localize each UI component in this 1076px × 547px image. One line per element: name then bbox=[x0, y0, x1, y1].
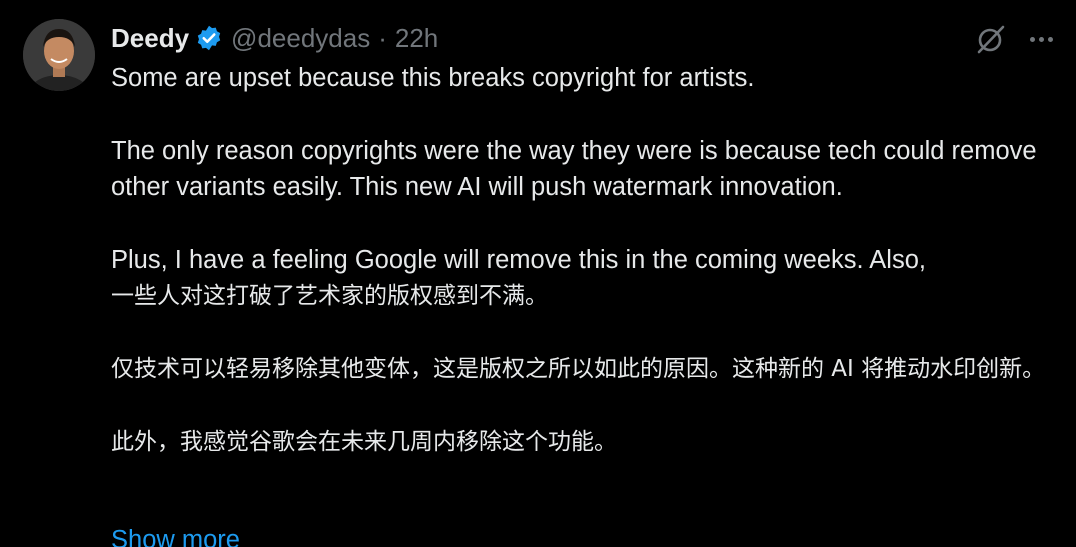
tweet[interactable]: Deedy @deedydas · 22h Some are upset bec… bbox=[0, 0, 1076, 547]
verified-badge-icon bbox=[195, 24, 223, 52]
tweet-text: Some are upset because this breaks copyr… bbox=[111, 60, 1061, 460]
tweet-paragraph: Plus, I have a feeling Google will remov… bbox=[111, 246, 926, 274]
tweet-paragraph: 一些人对这打破了艺术家的版权感到不满。 bbox=[111, 283, 548, 309]
tweet-paragraph: 仅技术可以轻易移除其他变体，这是版权之所以如此的原因。这种新的 AI 将推动水印… bbox=[111, 356, 1046, 382]
grok-icon[interactable] bbox=[974, 22, 1008, 56]
separator-dot: · bbox=[378, 22, 387, 53]
author-name[interactable]: Deedy bbox=[111, 23, 189, 54]
timestamp[interactable]: 22h bbox=[395, 23, 438, 54]
tweet-paragraph: 此外，我感觉谷歌会在未来几周内移除这个功能。 bbox=[111, 429, 617, 455]
avatar-image bbox=[23, 19, 95, 91]
tweet-header: Deedy @deedydas · 22h bbox=[111, 20, 438, 56]
more-options-icon[interactable] bbox=[1024, 22, 1058, 56]
author-handle[interactable]: @deedydas bbox=[231, 23, 370, 54]
avatar[interactable] bbox=[23, 19, 95, 91]
tweet-paragraph: Some are upset because this breaks copyr… bbox=[111, 64, 755, 92]
tweet-paragraph: The only reason copyrights were the way … bbox=[111, 137, 1037, 201]
show-more-link[interactable]: Show more bbox=[111, 526, 240, 547]
